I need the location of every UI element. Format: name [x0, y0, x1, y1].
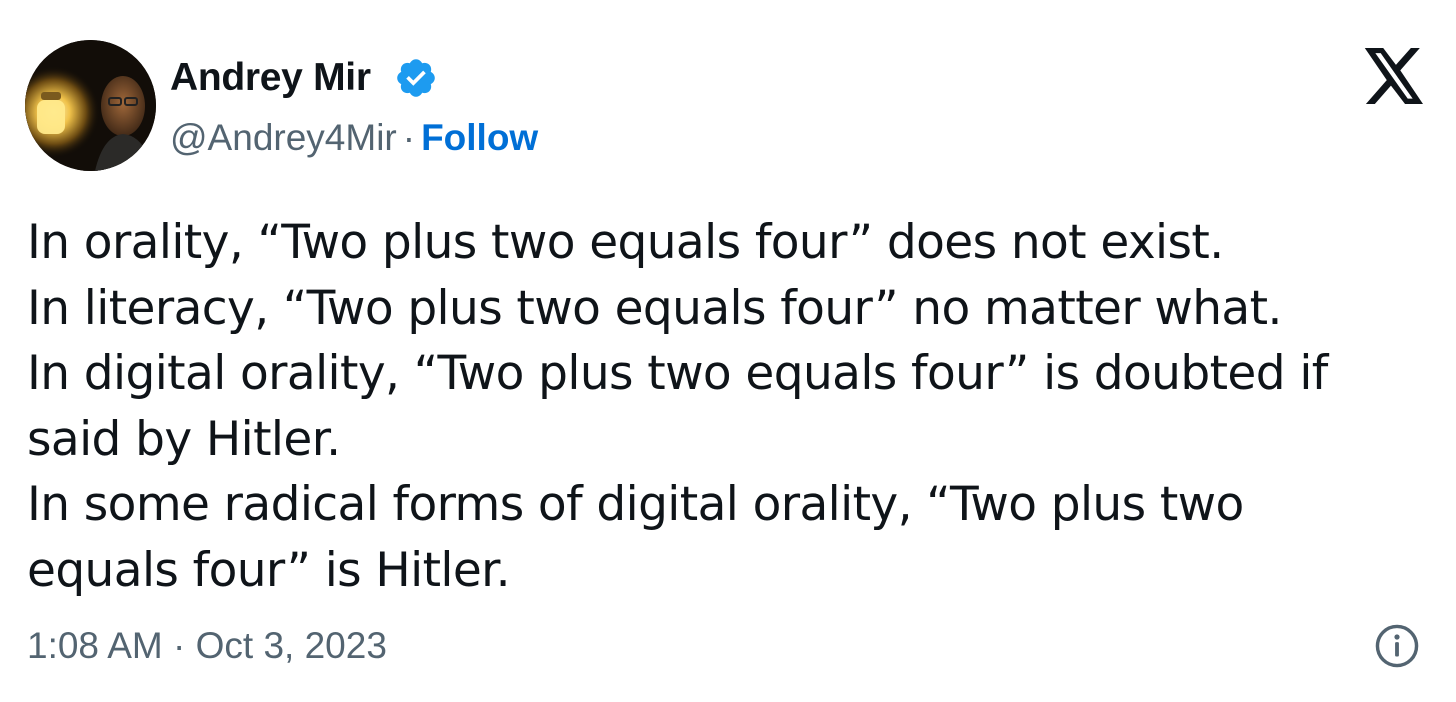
- handle-separator: ·: [402, 117, 416, 158]
- tweet-card: Andrey Mir @Andrey4Mir · Follow In orality…: [0, 0, 1456, 702]
- tweet-line: In digital orality, “Two plus two equals…: [27, 346, 1328, 401]
- tweet-line: In literacy, “Two plus two equals four” …: [27, 280, 1282, 336]
- tweet-line: In orality, “Two plus two equals four” d…: [27, 215, 1224, 270]
- avatar[interactable]: [25, 40, 156, 171]
- info-icon[interactable]: [1374, 623, 1420, 669]
- avatar-image: [25, 40, 156, 171]
- tweet-line: In some radical forms of digital orality…: [27, 477, 1244, 532]
- handle-row: @Andrey4Mir · Follow: [170, 114, 538, 162]
- tweet-timestamp[interactable]: 1:08 AM · Oct 3, 2023: [27, 622, 387, 670]
- tweet-text: In orality, “Two plus two equals four” d…: [27, 210, 1427, 603]
- follow-button[interactable]: Follow: [421, 117, 538, 158]
- verified-badge-icon: [397, 59, 435, 97]
- author-handle[interactable]: @Andrey4Mir: [170, 117, 397, 158]
- x-logo-icon[interactable]: [1364, 48, 1426, 104]
- author-name[interactable]: Andrey Mir: [170, 54, 371, 102]
- tweet-line: equals four” is Hitler.: [27, 542, 511, 598]
- tweet-line: said by Hitler.: [27, 411, 341, 467]
